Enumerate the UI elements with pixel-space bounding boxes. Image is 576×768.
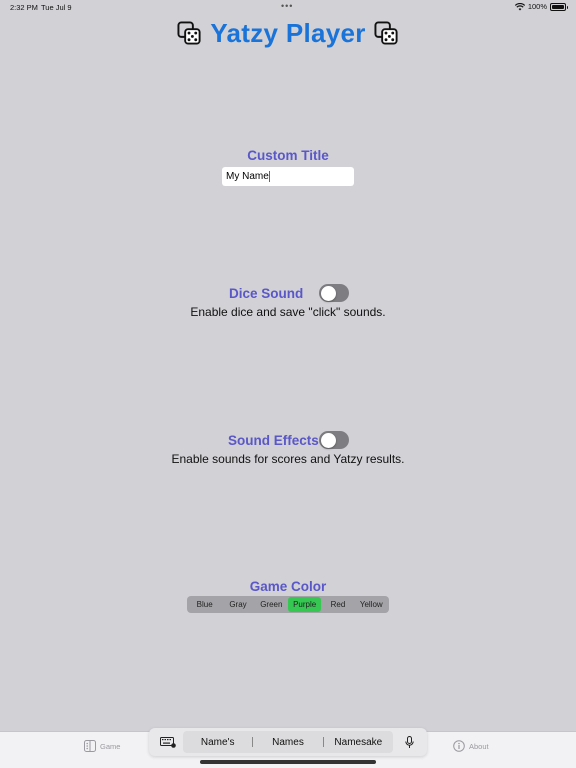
color-option-green[interactable]: Green <box>255 597 288 612</box>
home-indicator[interactable] <box>200 760 376 764</box>
battery-icon <box>550 2 568 11</box>
app-title: Yatzy Player <box>210 17 366 48</box>
color-option-red[interactable]: Red <box>321 597 354 612</box>
color-option-blue[interactable]: Blue <box>188 597 221 612</box>
status-date: Tue Jul 9 <box>41 3 72 12</box>
color-option-purple[interactable]: Purple <box>287 597 322 612</box>
dice-sound-description: Enable dice and save "click" sounds. <box>190 305 386 319</box>
info-icon <box>453 740 465 752</box>
game-color-picker: Blue Gray Green Purple Red Yellow <box>187 596 389 613</box>
text-caret <box>269 171 271 182</box>
custom-title-value: My Name <box>226 171 269 182</box>
toggle-knob <box>320 285 336 301</box>
custom-title-input[interactable]: My Name <box>222 167 354 186</box>
app-header: Yatzy Player <box>0 16 576 50</box>
status-time: 2:32 PM <box>10 3 38 12</box>
custom-title-label: Custom Title <box>247 148 329 163</box>
multitasking-dots-icon[interactable]: ••• <box>281 1 293 11</box>
toggle-knob <box>320 432 336 448</box>
sound-effects-toggle[interactable] <box>319 431 349 449</box>
status-right: 100% <box>514 2 568 11</box>
sound-effects-label: Sound Effects <box>228 433 319 448</box>
suggestion-item[interactable]: Name's <box>183 737 252 748</box>
tab-game[interactable]: Game <box>84 740 120 752</box>
suggestion-item[interactable]: Namesake <box>324 737 393 748</box>
suggestion-item[interactable]: Names <box>253 737 322 748</box>
dice-icon <box>177 20 201 45</box>
tab-about[interactable]: About <box>453 740 489 752</box>
tab-about-label: About <box>469 741 489 751</box>
suggestions: Name's Names Namesake <box>183 731 393 753</box>
sound-effects-description: Enable sounds for scores and Yatzy resul… <box>171 452 405 466</box>
dice-sound-label: Dice Sound <box>229 286 304 301</box>
microphone-icon[interactable] <box>405 736 414 749</box>
color-option-gray[interactable]: Gray <box>221 597 254 612</box>
status-bar: 2:32 PM Tue Jul 9 ••• 100% <box>0 0 576 14</box>
dice-icon <box>374 20 398 45</box>
game-color-label: Game Color <box>249 579 327 594</box>
tab-game-label: Game <box>100 741 121 751</box>
dice-grid-icon <box>84 740 96 752</box>
keyboard-icon[interactable] <box>160 737 176 748</box>
wifi-icon <box>514 2 525 10</box>
color-option-yellow[interactable]: Yellow <box>355 597 388 612</box>
keyboard-suggestion-bar: Name's Names Namesake <box>149 728 427 756</box>
dice-sound-toggle[interactable] <box>319 284 349 302</box>
battery-percent: 100% <box>527 2 547 11</box>
